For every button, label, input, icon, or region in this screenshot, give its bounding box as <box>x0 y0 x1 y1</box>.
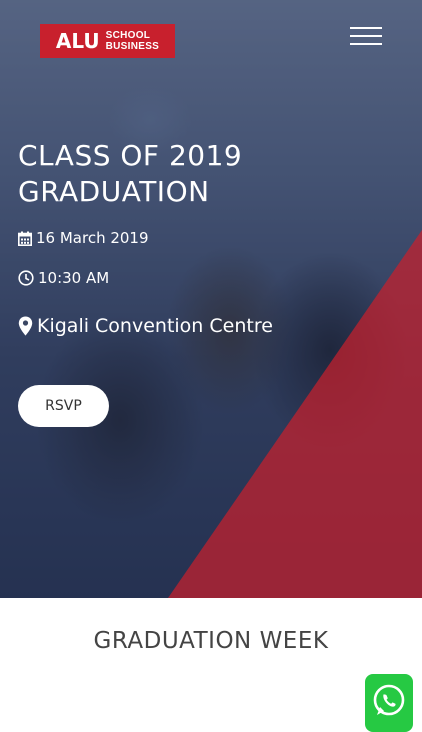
event-date-text: 16 March 2019 <box>36 229 149 247</box>
graduation-week-heading: GRADUATION WEEK <box>93 628 329 654</box>
hero-banner: ALU SCHOOL BUSINESS CLASS OF 2019 GRADUA… <box>0 0 422 598</box>
event-date: 16 March 2019 <box>18 229 149 247</box>
logo-primary-text: ALU <box>55 29 100 53</box>
clock-icon <box>18 270 34 286</box>
rsvp-button[interactable]: RSVP <box>18 385 109 427</box>
logo-line-1: SCHOOL <box>105 30 151 41</box>
event-venue-text: Kigali Convention Centre <box>37 315 273 337</box>
menu-bar <box>350 43 382 45</box>
event-venue: Kigali Convention Centre <box>18 315 273 337</box>
event-title: CLASS OF 2019 GRADUATION <box>18 139 243 208</box>
map-marker-icon <box>18 316 33 336</box>
event-time: 10:30 AM <box>18 269 109 287</box>
red-diagonal-overlay <box>168 230 422 598</box>
event-time-text: 10:30 AM <box>38 269 110 287</box>
whatsapp-button[interactable] <box>365 674 413 732</box>
calendar-icon <box>18 231 32 246</box>
hamburger-menu-icon[interactable] <box>350 27 382 45</box>
logo-line-2: BUSINESS <box>105 41 160 52</box>
alu-logo[interactable]: ALU SCHOOL BUSINESS <box>40 24 175 58</box>
menu-bar <box>350 35 382 37</box>
menu-bar <box>350 27 382 29</box>
logo-secondary-text: SCHOOL BUSINESS <box>106 30 160 52</box>
whatsapp-icon <box>370 682 408 725</box>
